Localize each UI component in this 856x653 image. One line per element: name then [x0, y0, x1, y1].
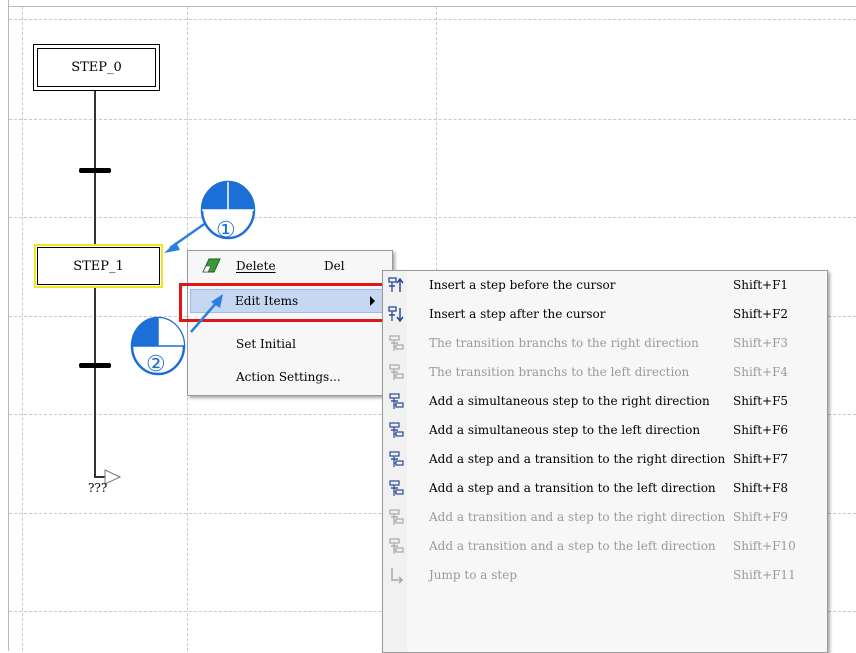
transition-branch-left-icon: [389, 364, 404, 380]
submenu-item[interactable]: The transition branchs to the right dire…: [383, 329, 827, 357]
submenu-item[interactable]: Jump to a step Shift+F11: [383, 561, 827, 589]
submenu-item[interactable]: Add a step and a transition to the left …: [383, 474, 827, 502]
step-transition-right-icon: [389, 451, 404, 467]
sfc-step-0[interactable]: STEP_0: [33, 44, 160, 91]
submenu-item[interactable]: Add a simultaneous step to the right dir…: [383, 387, 827, 415]
transition-step-left-icon: [389, 538, 404, 554]
callout-number-2: ②: [146, 352, 166, 377]
submenu-item-label: Insert a step before the cursor: [429, 278, 616, 292]
sfc-editor-canvas[interactable]: ??? STEP_0 STEP_1 Delete Del Edit Items …: [0, 0, 856, 653]
submenu-item-label: Add a transition and a step to the left …: [429, 539, 716, 553]
menu-item-shortcut: Del: [324, 259, 345, 273]
submenu-item[interactable]: Add a simultaneous step to the left dire…: [383, 416, 827, 444]
submenu-item-shortcut: Shift+F7: [733, 452, 789, 466]
sfc-connection-line: [94, 288, 96, 478]
callout-marker-1: ①: [200, 180, 256, 248]
submenu-item-label: Jump to a step: [429, 568, 518, 582]
submenu-item-shortcut: Shift+F10: [733, 539, 796, 553]
submenu-item-shortcut: Shift+F11: [733, 568, 796, 582]
submenu-item[interactable]: The transition branchs to the left direc…: [383, 358, 827, 386]
submenu-item-label: Add a step and a transition to the left …: [429, 481, 716, 495]
menu-item-action-settings[interactable]: Action Settings...: [190, 365, 390, 389]
callout-arrow-2: [190, 294, 223, 333]
sfc-transition[interactable]: [79, 168, 111, 173]
transition-branch-right-icon: [389, 335, 404, 351]
canvas-border-left: [8, 0, 9, 651]
menu-item-label: Set Initial: [236, 337, 296, 351]
callout-marker-2: ②: [130, 312, 186, 380]
simultaneous-step-left-icon: [389, 422, 404, 438]
submenu-item-label: Add a transition and a step to the right…: [429, 510, 726, 524]
submenu-item-label: Add a simultaneous step to the right dir…: [429, 394, 710, 408]
submenu-item-shortcut: Shift+F1: [733, 278, 789, 292]
sfc-step-1-selected[interactable]: STEP_1: [34, 244, 163, 288]
submenu-item-shortcut: Shift+F4: [733, 365, 789, 379]
insert-step-after-icon: [388, 306, 404, 323]
submenu-item[interactable]: Add a transition and a step to the left …: [383, 532, 827, 560]
submenu-item-label: Add a simultaneous step to the left dire…: [429, 423, 701, 437]
step-label: STEP_1: [73, 258, 124, 274]
grid-line: [22, 7, 23, 651]
submenu-item-shortcut: Shift+F8: [733, 481, 789, 495]
submenu-item[interactable]: Insert a step before the cursor Shift+F1: [383, 271, 827, 299]
grid-line: [9, 217, 856, 218]
callout-number-1: ①: [216, 218, 236, 243]
grid-line: [9, 119, 856, 120]
submenu-item[interactable]: Add a step and a transition to the right…: [383, 445, 827, 473]
submenu-item-label: The transition branchs to the left direc…: [429, 365, 690, 379]
transition-step-right-icon: [389, 509, 404, 525]
simultaneous-step-right-icon: [389, 393, 404, 409]
jump-to-step-icon: [391, 568, 404, 584]
submenu-item-shortcut: Shift+F2: [733, 307, 789, 321]
menu-item-label: Action Settings...: [236, 370, 341, 384]
step-transition-left-icon: [389, 480, 404, 496]
submenu-item-shortcut: Shift+F3: [733, 336, 789, 350]
step-label: STEP_0: [71, 60, 122, 75]
submenu-item[interactable]: Add a transition and a step to the right…: [383, 503, 827, 531]
edit-items-submenu: Insert a step before the cursor Shift+F1 I…: [382, 270, 828, 653]
canvas-border-top: [8, 6, 856, 7]
submenu-item-label: Add a step and a transition to the right…: [429, 452, 726, 466]
insert-step-before-icon: [388, 277, 404, 292]
grid-line: [9, 19, 856, 20]
submenu-item-shortcut: Shift+F6: [733, 423, 789, 437]
sfc-transition[interactable]: [79, 363, 111, 368]
submenu-item-label: Insert a step after the cursor: [429, 307, 606, 321]
jump-target-label[interactable]: ???: [88, 481, 107, 495]
submenu-item-shortcut: Shift+F9: [733, 510, 789, 524]
submenu-item-label: The transition branchs to the right dire…: [429, 336, 699, 350]
submenu-item-shortcut: Shift+F5: [733, 394, 789, 408]
submenu-item[interactable]: Insert a step after the cursor Shift+F2: [383, 300, 827, 328]
